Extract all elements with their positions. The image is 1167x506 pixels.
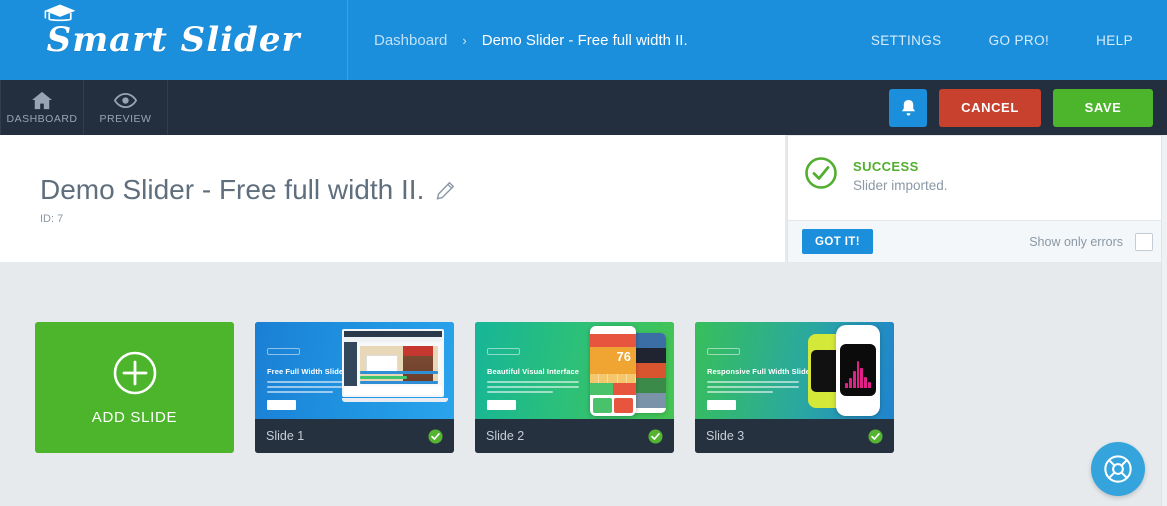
notification-title: SUCCESS: [853, 159, 948, 174]
slide-3-status-badge: [868, 429, 883, 444]
add-slide-label: ADD SLIDE: [92, 409, 178, 426]
slide-2-thumb-text: Beautiful Visual Interface: [487, 342, 579, 410]
slider-title-panel: Demo Slider - Free full width II. ID: 7: [0, 135, 785, 262]
slides-list: ADD SLIDE Free Full Width Slider: [35, 322, 894, 453]
page-title: Demo Slider - Free full width II.: [40, 176, 424, 204]
watch-front-face: [840, 344, 876, 396]
nav-help[interactable]: HELP: [1096, 33, 1133, 48]
logo-area[interactable]: Smart Slider: [0, 0, 348, 80]
breadcrumb-dashboard-link[interactable]: Dashboard: [374, 32, 447, 49]
help-support-button[interactable]: [1091, 442, 1145, 496]
top-header-bar: Smart Slider Dashboard › Demo Slider - F…: [0, 0, 1167, 80]
laptop-mockup: [342, 329, 448, 402]
laptop-screen: [342, 329, 444, 397]
pencil-icon[interactable]: [436, 181, 455, 200]
slide-3-body-lines: [707, 381, 799, 393]
breadcrumb-separator-icon: ›: [462, 33, 466, 48]
notification-panel: SUCCESS Slider imported. GOT IT! Show on…: [787, 136, 1167, 262]
show-only-errors-group: Show only errors: [1029, 233, 1153, 251]
breadcrumb-current: Demo Slider - Free full width II.: [482, 32, 688, 49]
notification-footer: GOT IT! Show only errors: [788, 220, 1167, 262]
graduation-cap-icon: [43, 3, 77, 23]
home-icon: [31, 91, 53, 110]
slide-3-cta-button: [707, 400, 736, 410]
bell-icon: [900, 99, 917, 117]
slide-1-thumbnail: Free Full Width Slider: [255, 322, 454, 419]
slider-id-label: ID: 7: [0, 213, 785, 225]
phone-header-bar: [590, 334, 636, 347]
laptop-timeline: [360, 371, 438, 383]
slide-card-1[interactable]: Free Full Width Slider: [255, 322, 454, 453]
toolbar-item-preview-label: PREVIEW: [100, 113, 152, 125]
show-only-errors-label: Show only errors: [1029, 235, 1123, 249]
slide-3-thumb-text: Responsive Full Width Slider: [707, 342, 799, 410]
notification-message: Slider imported.: [853, 178, 948, 193]
slide-2-status-badge: [648, 429, 663, 444]
watch-chart-bars: [845, 360, 871, 388]
slide-1-badge: [267, 348, 300, 355]
notification-text: SUCCESS Slider imported.: [853, 156, 948, 193]
check-circle-icon: [868, 429, 883, 444]
notification-bell-button[interactable]: [889, 89, 927, 127]
save-button[interactable]: SAVE: [1053, 89, 1153, 127]
phone-stat-value: 76: [590, 347, 636, 374]
nav-go-pro[interactable]: GO PRO!: [989, 33, 1050, 48]
slide-card-3[interactable]: Responsive Full Width Slider: [695, 322, 894, 453]
slide-2-heading: Beautiful Visual Interface: [487, 367, 579, 376]
top-navigation: SETTINGS GO PRO! HELP: [871, 0, 1167, 80]
phone-mockup-front: 76: [590, 326, 636, 416]
nav-settings[interactable]: SETTINGS: [871, 33, 942, 48]
slide-3-heading: Responsive Full Width Slider: [707, 367, 799, 376]
cancel-button[interactable]: CANCEL: [939, 89, 1041, 127]
laptop-base: [342, 398, 448, 402]
check-circle-icon: [428, 429, 443, 444]
add-slide-button[interactable]: ADD SLIDE: [35, 322, 234, 453]
breadcrumb: Dashboard › Demo Slider - Free full widt…: [374, 32, 688, 49]
title-row: Demo Slider - Free full width II.: [0, 135, 785, 204]
toolbar-item-dashboard-label: DASHBOARD: [6, 113, 77, 125]
notification-body: SUCCESS Slider imported.: [788, 136, 1167, 220]
slide-1-label: Slide 1: [266, 429, 304, 443]
slide-3-thumbnail: Responsive Full Width Slider: [695, 322, 894, 419]
check-circle-icon: [648, 429, 663, 444]
smart-slider-admin-page: Smart Slider Dashboard › Demo Slider - F…: [0, 0, 1167, 506]
slide-card-2[interactable]: Beautiful Visual Interface 76: [475, 322, 674, 453]
action-toolbar: DASHBOARD PREVIEW CANCEL SAVE: [0, 80, 1167, 135]
eye-icon: [114, 91, 137, 110]
watch-face-label: [840, 344, 876, 352]
laptop-content: [344, 342, 442, 386]
toolbar-actions: CANCEL SAVE: [889, 80, 1153, 135]
slide-2-thumbnail: Beautiful Visual Interface 76: [475, 322, 674, 419]
page-scrollbar-track[interactable]: [1161, 135, 1167, 506]
slide-2-footer: Slide 2: [475, 419, 674, 453]
slide-1-cta-button: [267, 400, 296, 410]
slide-3-footer: Slide 3: [695, 419, 894, 453]
phone-grid: [590, 374, 636, 383]
got-it-button[interactable]: GOT IT!: [802, 229, 873, 254]
brand-logo-text: Smart Slider: [47, 20, 301, 60]
slide-2-label: Slide 2: [486, 429, 524, 443]
laptop-sidebar: [344, 342, 357, 386]
slide-2-cta-button: [487, 400, 516, 410]
check-circle-icon: [804, 156, 838, 190]
slide-2-body-lines: [487, 381, 579, 393]
slide-1-footer: Slide 1: [255, 419, 454, 453]
phone-stats: [590, 383, 636, 395]
slide-2-badge: [487, 348, 520, 355]
lifebuoy-icon: [1103, 454, 1133, 484]
slide-1-status-badge: [428, 429, 443, 444]
slide-3-badge: [707, 348, 740, 355]
watch-mockup-front: [836, 325, 880, 416]
show-only-errors-checkbox[interactable]: [1135, 233, 1153, 251]
slide-3-label: Slide 3: [706, 429, 744, 443]
toolbar-item-preview[interactable]: PREVIEW: [84, 80, 168, 135]
plus-circle-icon: [112, 350, 158, 396]
toolbar-item-dashboard[interactable]: DASHBOARD: [0, 80, 84, 135]
phone-bottom-tiles: [590, 395, 636, 416]
brand-logo: Smart Slider: [47, 20, 301, 60]
